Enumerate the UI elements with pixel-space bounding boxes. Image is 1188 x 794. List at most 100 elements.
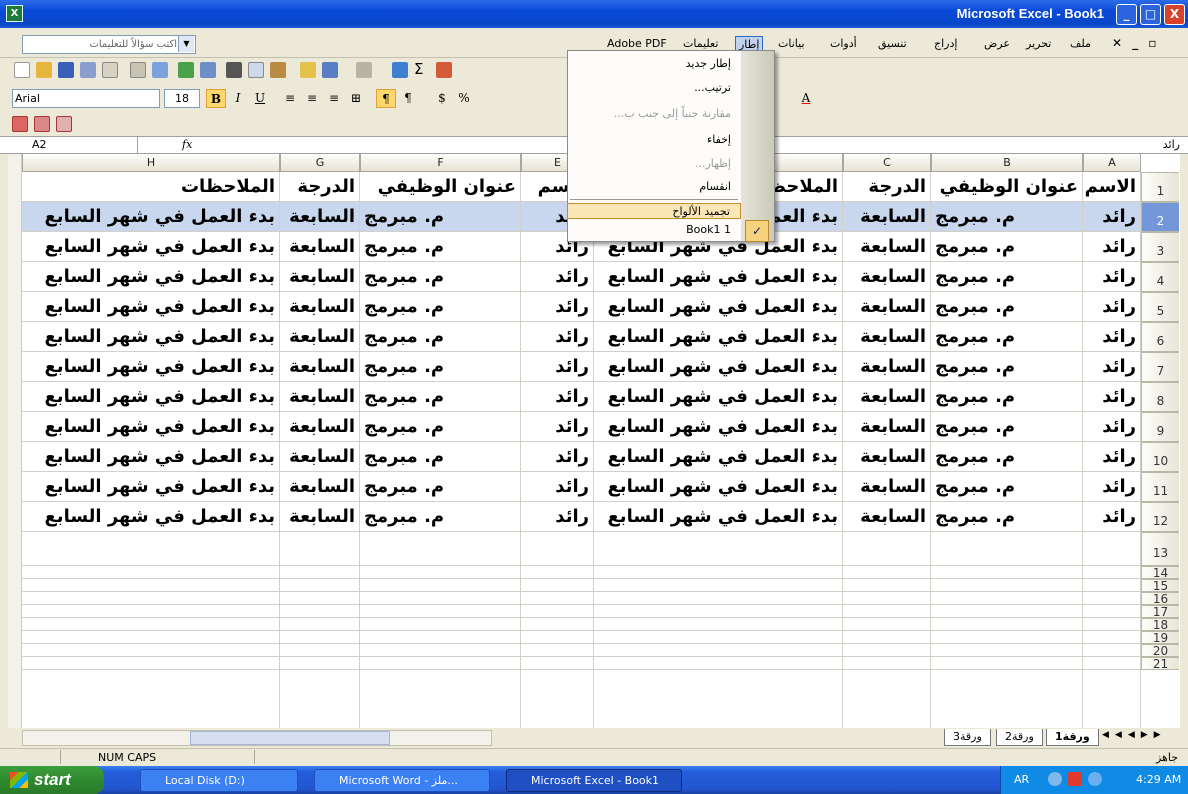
cell-a3[interactable]: رائد: [1083, 232, 1141, 262]
menu-data[interactable]: بيانات: [778, 36, 805, 52]
cell-f3[interactable]: م. مبرمج: [360, 232, 521, 262]
row-header[interactable]: 3: [1141, 232, 1179, 262]
cell-h11[interactable]: بدء العمل في شهر السابع: [22, 472, 280, 502]
horizontal-scroll-thumb[interactable]: [190, 731, 390, 745]
cell-f1[interactable]: عنوان الوظيفي: [360, 172, 521, 202]
row-header[interactable]: 15: [1141, 579, 1179, 593]
row-header[interactable]: 6: [1141, 322, 1179, 352]
permission-icon[interactable]: [80, 62, 96, 78]
cell-d9[interactable]: بدء العمل في شهر السابع: [594, 412, 843, 442]
menu-tools[interactable]: أدوات: [830, 36, 857, 52]
new-icon[interactable]: [14, 62, 30, 78]
cell-c3[interactable]: السابعة: [843, 232, 931, 262]
excel-icon[interactable]: X: [6, 5, 23, 22]
row-header[interactable]: 9: [1141, 412, 1179, 442]
window-menu-item[interactable]: إظهار...: [567, 152, 741, 176]
cell-h4[interactable]: بدء العمل في شهر السابع: [22, 262, 280, 292]
row-header[interactable]: 11: [1141, 472, 1179, 502]
cell-f10[interactable]: م. مبرمج: [360, 442, 521, 472]
window-menu-item[interactable]: Book1 1: [567, 219, 741, 241]
left-to-right-icon[interactable]: ¶: [398, 89, 418, 108]
back-arrow-icon[interactable]: [1048, 772, 1062, 786]
redo-icon[interactable]: [356, 62, 372, 78]
row-header[interactable]: 21: [1141, 657, 1179, 671]
row-header[interactable]: 5: [1141, 292, 1179, 322]
percent-button[interactable]: %: [454, 89, 474, 108]
cell-f6[interactable]: م. مبرمج: [360, 322, 521, 352]
open-icon[interactable]: [36, 62, 52, 78]
cell-g7[interactable]: السابعة: [280, 352, 360, 382]
cell-a12[interactable]: رائد: [1083, 502, 1141, 532]
cell-g2[interactable]: السابعة: [280, 202, 360, 232]
menu-view[interactable]: عرض: [984, 36, 1010, 52]
cut-icon[interactable]: [226, 62, 242, 78]
cell-c2[interactable]: السابعة: [843, 202, 931, 232]
row-header[interactable]: 2: [1141, 202, 1179, 232]
row-header[interactable]: 8: [1141, 382, 1179, 412]
window-menu-item[interactable]: إخفاء: [567, 128, 741, 152]
menu-insert[interactable]: إدراج: [934, 36, 957, 52]
cell-h5[interactable]: بدء العمل في شهر السابع: [22, 292, 280, 322]
print-icon[interactable]: [102, 62, 118, 78]
cell-b9[interactable]: م. مبرمج: [931, 412, 1083, 442]
undo-icon[interactable]: [322, 62, 338, 78]
cell-e12[interactable]: رائد: [521, 502, 594, 532]
vertical-scrollbar[interactable]: [8, 154, 22, 728]
cell-d12[interactable]: بدء العمل في شهر السابع: [594, 502, 843, 532]
cell-h1[interactable]: الملاحظات: [22, 172, 280, 202]
menu-file[interactable]: ملف: [1070, 36, 1091, 52]
currency-button[interactable]: $: [432, 89, 452, 108]
cell-f2[interactable]: م. مبرمج: [360, 202, 521, 232]
cell-b1[interactable]: عنوان الوظيفي: [931, 172, 1083, 202]
column-header[interactable]: A: [1083, 154, 1141, 172]
row-header[interactable]: 7: [1141, 352, 1179, 382]
name-box[interactable]: A2: [18, 137, 138, 153]
cell-a9[interactable]: رائد: [1083, 412, 1141, 442]
row-header[interactable]: 4: [1141, 262, 1179, 292]
sheet-tab-3[interactable]: ورقة3: [944, 729, 991, 746]
cell-h3[interactable]: بدء العمل في شهر السابع: [22, 232, 280, 262]
cell-a4[interactable]: رائد: [1083, 262, 1141, 292]
cell-e7[interactable]: رائد: [521, 352, 594, 382]
menu-format[interactable]: تنسيق: [878, 36, 907, 52]
language-indicator[interactable]: AR: [1014, 773, 1029, 786]
cell-c12[interactable]: السابعة: [843, 502, 931, 532]
cell-f7[interactable]: م. مبرمج: [360, 352, 521, 382]
column-header[interactable]: C: [843, 154, 931, 172]
italic-button[interactable]: I: [228, 89, 248, 108]
cell-g10[interactable]: السابعة: [280, 442, 360, 472]
window-menu-item[interactable]: تجميد الألواح: [567, 203, 741, 219]
align-right-icon[interactable]: ≡: [324, 89, 344, 108]
help-search-input[interactable]: اكتب سؤالاً للتعليمات: [22, 35, 196, 54]
column-header[interactable]: G: [280, 154, 360, 172]
cell-f4[interactable]: م. مبرمج: [360, 262, 521, 292]
antivirus-icon[interactable]: [1068, 772, 1082, 786]
cell-c7[interactable]: السابعة: [843, 352, 931, 382]
research-icon[interactable]: [200, 62, 216, 78]
menu-edit[interactable]: تحرير: [1026, 36, 1051, 52]
save-icon[interactable]: [58, 62, 74, 78]
maximize-button[interactable]: □: [1140, 4, 1161, 25]
cell-d5[interactable]: بدء العمل في شهر السابع: [594, 292, 843, 322]
taskbar-excel[interactable]: Microsoft Excel - Book1: [506, 769, 682, 792]
cell-e9[interactable]: رائد: [521, 412, 594, 442]
reject-change-icon[interactable]: [56, 116, 72, 132]
cell-h6[interactable]: بدء العمل في شهر السابع: [22, 322, 280, 352]
taskbar-word[interactable]: Microsoft Word - ملز...: [314, 769, 490, 792]
row-header[interactable]: 20: [1141, 644, 1179, 658]
window-menu-item[interactable]: انقسام: [567, 176, 741, 198]
cell-b12[interactable]: م. مبرمج: [931, 502, 1083, 532]
tab-scroll-buttons[interactable]: ◀◀◀▶▶: [1102, 730, 1167, 740]
cell-a10[interactable]: رائد: [1083, 442, 1141, 472]
row-header[interactable]: 13: [1141, 532, 1179, 566]
row-header[interactable]: 19: [1141, 631, 1179, 645]
cell-b8[interactable]: م. مبرمج: [931, 382, 1083, 412]
autosum-icon[interactable]: Σ: [414, 60, 423, 78]
cell-d7[interactable]: بدء العمل في شهر السابع: [594, 352, 843, 382]
cell-h9[interactable]: بدء العمل في شهر السابع: [22, 412, 280, 442]
merge-center-icon[interactable]: ⊞: [346, 89, 366, 108]
chevron-down-icon[interactable]: ▼: [178, 36, 194, 52]
row-header[interactable]: 10: [1141, 442, 1179, 472]
cell-h2[interactable]: بدء العمل في شهر السابع: [22, 202, 280, 232]
cell-b4[interactable]: م. مبرمج: [931, 262, 1083, 292]
